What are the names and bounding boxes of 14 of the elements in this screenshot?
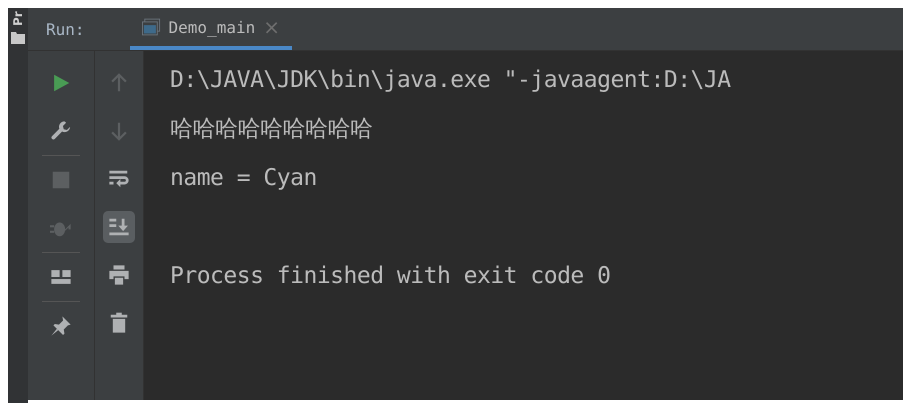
scroll-to-end-icon[interactable] (108, 216, 130, 238)
console-line: 哈哈哈哈哈哈哈哈哈 (170, 115, 374, 144)
soft-wrap-icon[interactable] (108, 168, 130, 190)
console-line: D:\JAVA\JDK\bin\java.exe "-javaagent:D:\JA (170, 66, 732, 95)
trash-icon[interactable] (108, 312, 130, 334)
run-label: Run: (46, 20, 86, 38)
folder-icon[interactable] (11, 32, 25, 44)
panel-label[interactable]: Pr (11, 10, 25, 26)
console-line: name = Cyan (170, 164, 318, 193)
wrench-icon[interactable] (50, 120, 72, 142)
console-icon (142, 18, 161, 36)
pin-icon[interactable] (50, 315, 72, 337)
printer-icon[interactable] (108, 264, 130, 286)
console-line: Process finished with exit code 0 (170, 262, 612, 291)
